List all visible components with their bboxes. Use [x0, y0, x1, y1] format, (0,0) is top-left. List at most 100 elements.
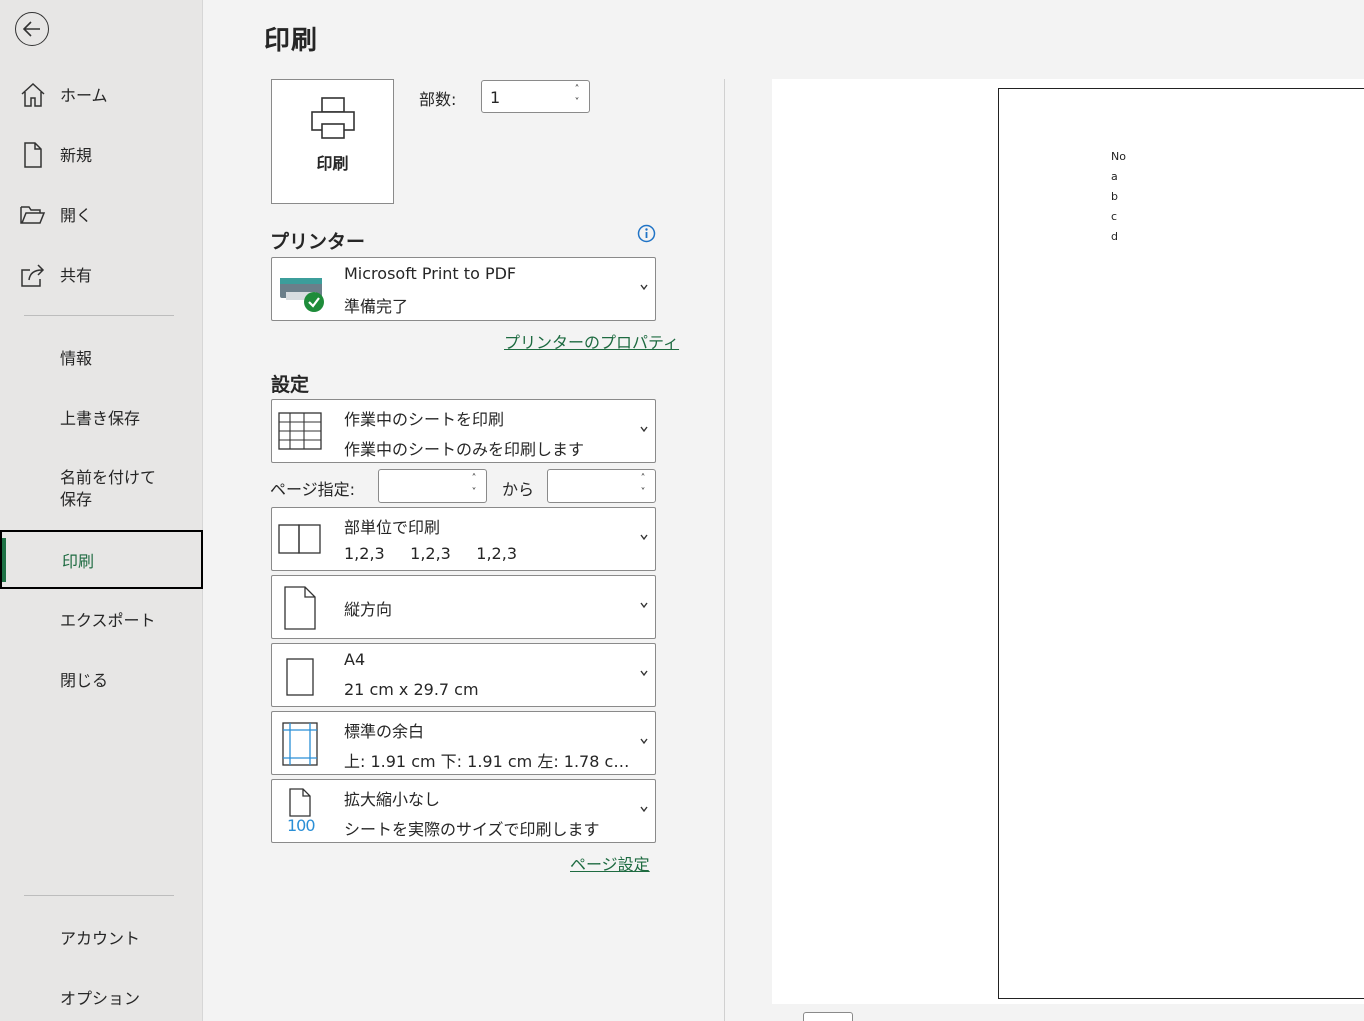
- scaling-icon-text: 100: [287, 816, 316, 835]
- orientation-title: 縦方向: [344, 600, 393, 619]
- orientation-select[interactable]: 縦方向: [271, 575, 656, 639]
- settings-heading: 設定: [271, 374, 310, 396]
- chevron-down-icon: [640, 534, 648, 541]
- preview-page: No a b c d: [998, 88, 1364, 999]
- paper-size-icon: [286, 658, 314, 696]
- portrait-page-icon: [284, 586, 316, 630]
- margins-desc: 上: 1.91 cm 下: 1.91 cm 左: 1.78 cm 右: 1.78…: [344, 752, 636, 771]
- chevron-down-icon: [640, 602, 648, 609]
- spin-up-icon[interactable]: ˄: [468, 474, 480, 484]
- collate-desc: 1,2,3 1,2,3 1,2,3: [344, 544, 517, 563]
- sidebar-item-label: 開く: [60, 206, 93, 225]
- chevron-down-icon: [640, 670, 648, 677]
- sidebar-item-save[interactable]: 上書き保存: [0, 389, 203, 445]
- print-what-select[interactable]: 作業中のシートを印刷 作業中のシートのみを印刷します: [271, 399, 656, 463]
- sidebar-item-home[interactable]: ホーム: [0, 66, 203, 122]
- sidebar-item-label: 名前を付けて 保存: [60, 467, 156, 511]
- sidebar-item-account[interactable]: アカウント: [0, 909, 203, 965]
- paper-size-title: A4: [344, 650, 366, 669]
- home-icon: [21, 82, 45, 107]
- preview-cell: c: [1111, 210, 1118, 223]
- page-setup-link[interactable]: ページ設定: [570, 851, 650, 875]
- printer-ready-icon: [280, 278, 324, 312]
- printer-heading: プリンター: [270, 231, 366, 253]
- margins-icon: [282, 722, 318, 766]
- back-arrow-icon: [23, 21, 40, 37]
- collated-pages-icon: [278, 524, 321, 554]
- save-as-line2: 保存: [60, 490, 93, 509]
- sidebar-item-label: 共有: [60, 266, 93, 285]
- scaling-title: 拡大縮小なし: [344, 790, 441, 809]
- no-scaling-page-icon: [289, 788, 311, 817]
- margins-title: 標準の余白: [344, 722, 425, 741]
- sidebar-item-label: 閉じる: [60, 671, 109, 690]
- sidebar-item-label: エクスポート: [60, 611, 156, 630]
- spin-down-icon[interactable]: ˅: [571, 98, 583, 108]
- paper-size-desc: 21 cm x 29.7 cm: [344, 680, 479, 699]
- pages-to-label: から: [502, 480, 535, 499]
- sidebar-item-label: オプション: [60, 989, 141, 1008]
- sidebar-item-open[interactable]: 開く: [0, 186, 203, 242]
- scaling-desc: シートを実際のサイズで印刷します: [344, 820, 600, 839]
- page-number-input[interactable]: [803, 1012, 853, 1021]
- back-button[interactable]: [15, 12, 49, 46]
- sidebar-item-save-as[interactable]: 名前を付けて 保存: [0, 459, 203, 519]
- folder-open-icon: [20, 206, 46, 224]
- chevron-down-icon: [640, 738, 648, 745]
- print-what-title: 作業中のシートを印刷: [344, 410, 505, 429]
- paper-size-select[interactable]: A4 21 cm x 29.7 cm: [271, 643, 656, 707]
- page-title: 印刷: [264, 26, 319, 56]
- preview-cell: a: [1111, 170, 1118, 183]
- collate-select[interactable]: 部単位で印刷 1,2,3 1,2,3 1,2,3: [271, 507, 656, 571]
- printer-status: 準備完了: [344, 297, 409, 316]
- backstage-sidebar: ホーム 新規 開く 共有 情報 上書き保存 名前を付けて 保存 印刷 エクスポー…: [0, 0, 203, 1021]
- collate-title: 部単位で印刷: [344, 518, 441, 537]
- sidebar-item-label: 上書き保存: [60, 409, 141, 428]
- chevron-down-icon: [640, 806, 648, 813]
- printer-properties-link[interactable]: プリンターのプロパティ: [504, 329, 679, 353]
- new-document-icon: [24, 142, 42, 168]
- sidebar-item-options[interactable]: オプション: [0, 969, 203, 1021]
- sidebar-item-new[interactable]: 新規: [0, 126, 203, 182]
- printer-icon: [311, 97, 355, 139]
- print-what-desc: 作業中のシートのみを印刷します: [344, 440, 585, 459]
- pages-from-stepper[interactable]: ˄ ˅: [378, 469, 487, 503]
- sidebar-item-label: 印刷: [62, 551, 95, 571]
- sidebar-divider: [24, 895, 174, 896]
- info-icon[interactable]: [637, 224, 656, 243]
- sidebar-item-label: 新規: [60, 146, 93, 165]
- margins-select[interactable]: 標準の余白 上: 1.91 cm 下: 1.91 cm 左: 1.78 cm 右…: [271, 711, 656, 775]
- sidebar-item-info[interactable]: 情報: [0, 329, 203, 385]
- chevron-down-icon: [640, 426, 648, 433]
- copies-value: 1: [490, 88, 501, 107]
- sidebar-item-share[interactable]: 共有: [0, 246, 203, 302]
- spin-up-icon[interactable]: ˄: [637, 474, 649, 484]
- copies-stepper[interactable]: 1 ˄ ˅: [481, 80, 590, 113]
- preview-cell: b: [1111, 190, 1118, 203]
- printer-name: Microsoft Print to PDF: [344, 264, 517, 283]
- print-button-label: 印刷: [316, 154, 349, 173]
- sidebar-divider: [24, 315, 174, 316]
- sidebar-item-label: ホーム: [60, 86, 108, 105]
- share-icon: [21, 264, 45, 287]
- sidebar-item-export[interactable]: エクスポート: [0, 591, 203, 647]
- printer-select[interactable]: Microsoft Print to PDF 準備完了: [271, 257, 656, 321]
- pages-to-stepper[interactable]: ˄ ˅: [547, 469, 656, 503]
- sheet-grid-icon: [278, 412, 322, 450]
- sidebar-item-label: アカウント: [60, 929, 141, 948]
- scaling-select[interactable]: 100 拡大縮小なし シートを実際のサイズで印刷します: [271, 779, 656, 843]
- chevron-down-icon: [640, 284, 648, 291]
- panel-divider: [724, 79, 725, 1021]
- sidebar-item-print[interactable]: 印刷: [0, 530, 203, 589]
- preview-cell: No: [1111, 150, 1126, 163]
- spin-down-icon[interactable]: ˅: [468, 488, 480, 498]
- pages-label: ページ指定:: [270, 480, 356, 499]
- spin-down-icon[interactable]: ˅: [637, 488, 649, 498]
- save-as-line1: 名前を付けて: [60, 468, 157, 487]
- print-button[interactable]: 印刷: [271, 79, 394, 204]
- copies-label: 部数:: [419, 90, 457, 109]
- preview-cell: d: [1111, 230, 1118, 243]
- sidebar-item-label: 情報: [60, 349, 93, 368]
- sidebar-item-close[interactable]: 閉じる: [0, 651, 203, 707]
- spin-up-icon[interactable]: ˄: [571, 85, 583, 95]
